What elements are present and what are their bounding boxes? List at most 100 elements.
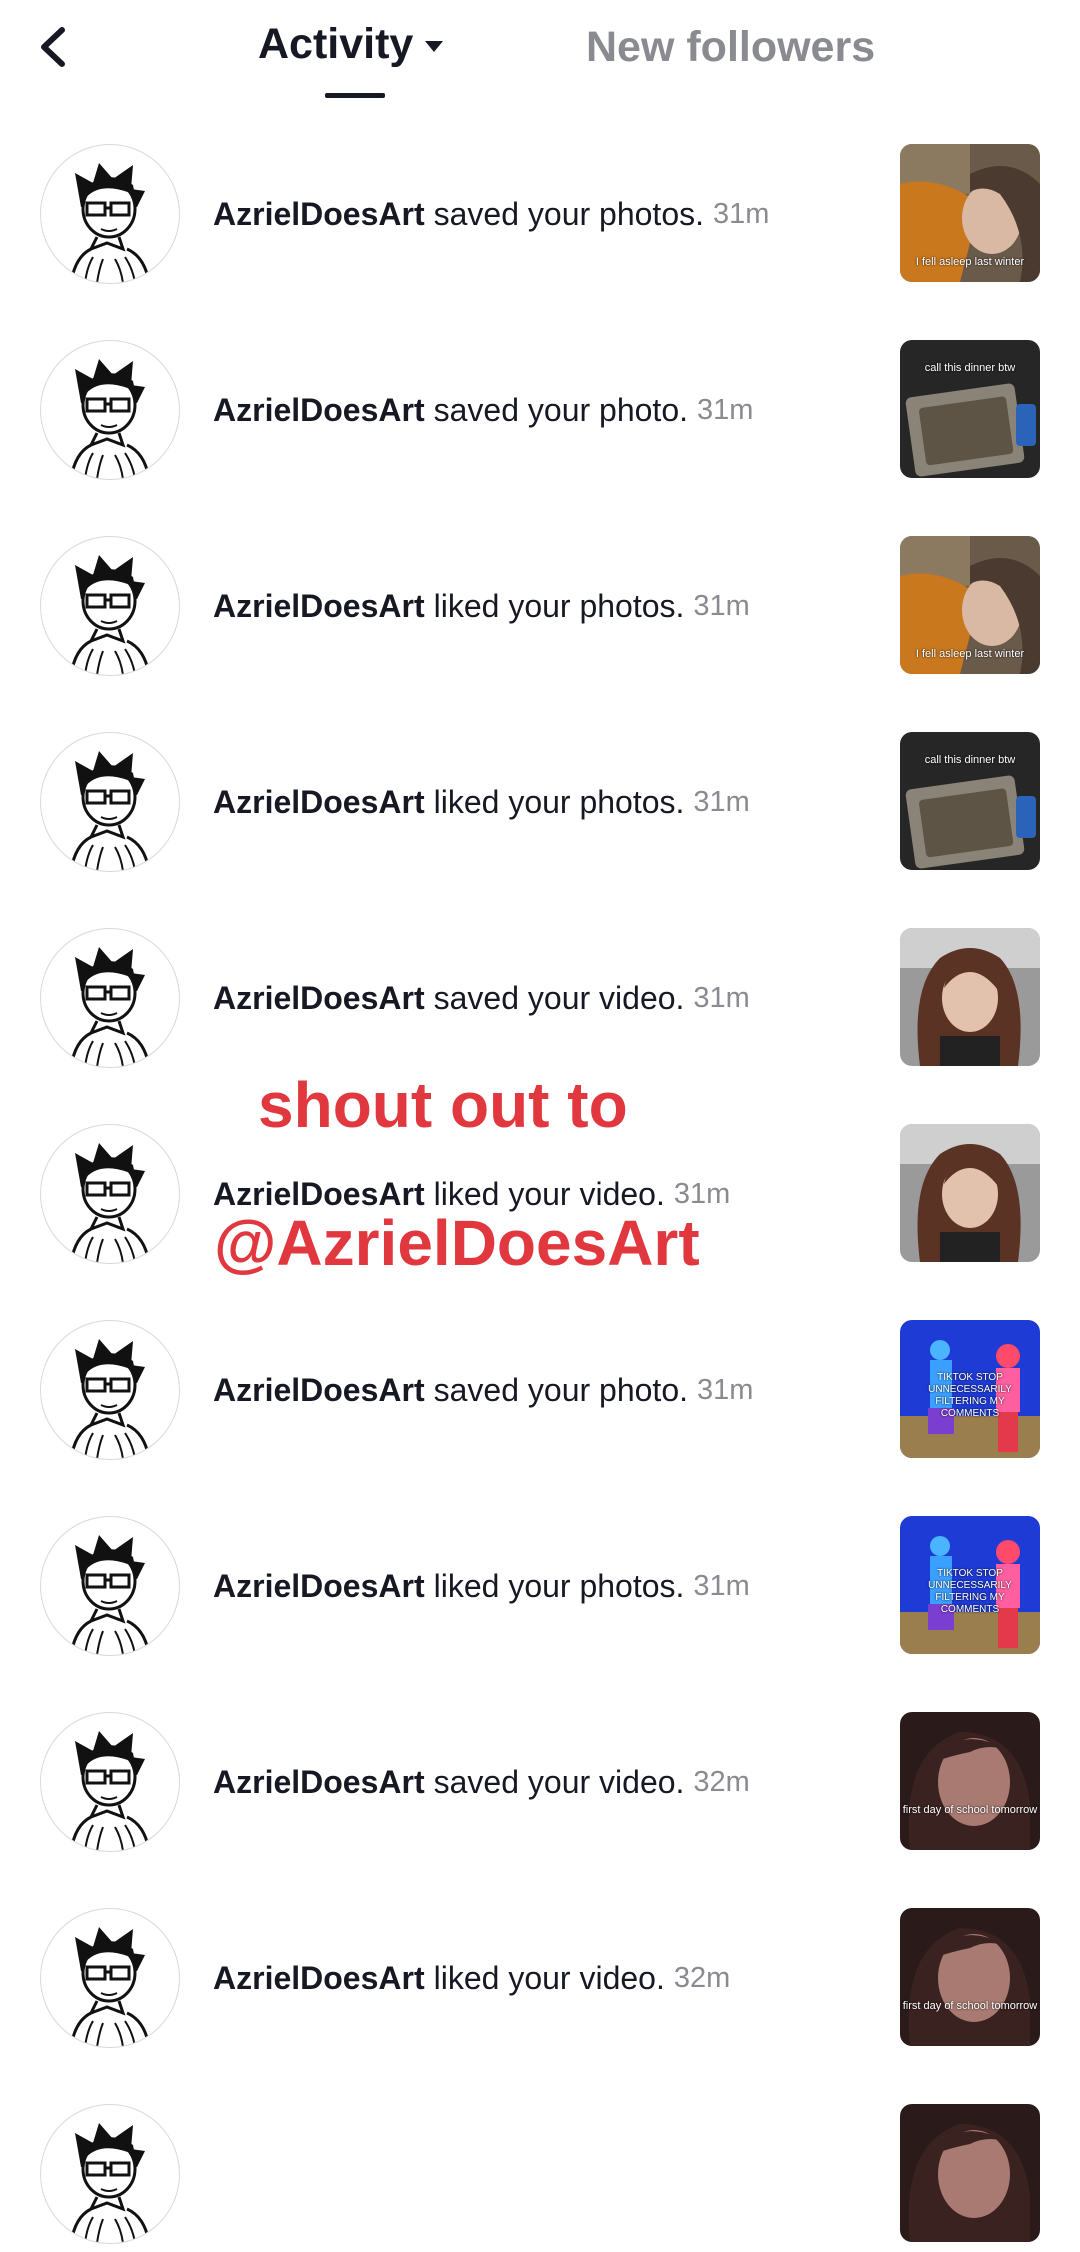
username[interactable]: AzrielDoesArt [213,196,425,233]
username[interactable]: AzrielDoesArt [213,1372,425,1409]
thumbnail-image [900,1908,1040,2046]
caret-down-icon [425,40,444,52]
activity-row[interactable]: AzrielDoesArt liked your photos. 31m call t… [0,684,1080,880]
thumbnail-caption: TIKTOK STOP UNNECESSARILY FILTERING MY C… [928,1568,1012,1615]
activity-action: liked your photos. [433,587,685,624]
activity-action: saved your video. [433,979,685,1016]
overlay-caption-line2: @AzrielDoesArt [214,1207,700,1279]
activity-action: saved your photos. [433,195,704,232]
activity-action: saved your photo. [433,1371,688,1408]
post-thumbnail[interactable]: TIKTOK STOP UNNECESSARILY FILTERING MY C… [900,1516,1040,1654]
avatar[interactable] [40,2104,180,2244]
thumbnail-image [900,2104,1040,2242]
avatar[interactable] [40,144,180,284]
activity-text: AzrielDoesArt liked your video. 32m [213,1958,730,1998]
activity-text: AzrielDoesArt saved your photos. 31m [213,194,769,234]
avatar[interactable] [40,1908,180,2048]
avatar-drawing [69,359,151,479]
activity-row[interactable]: AzrielDoesArt liked your video. 32m first d… [0,1860,1080,2056]
avatar[interactable] [40,1124,180,1264]
post-thumbnail[interactable] [900,928,1040,1066]
username[interactable]: AzrielDoesArt [213,1960,425,1997]
post-thumbnail[interactable]: call this dinner btw [900,732,1040,870]
tab-activity[interactable]: Activity [258,8,444,80]
avatar-drawing [69,163,151,283]
username[interactable]: AzrielDoesArt [213,1764,425,1801]
post-thumbnail[interactable]: call this dinner btw [900,340,1040,478]
username[interactable]: AzrielDoesArt [213,588,425,625]
activity-text: AzrielDoesArt saved your video. 31m [213,978,750,1018]
post-thumbnail[interactable]: first day of school tomorrow [900,1712,1040,1850]
thumbnail-caption: I fell asleep last winter [915,648,1025,660]
activity-action: saved your video. [433,1763,685,1800]
timestamp: 31m [697,1373,754,1406]
thumbnail-caption: first day of school tomorrow [902,1804,1038,1816]
post-thumbnail[interactable]: I fell asleep last winter [900,144,1040,282]
timestamp: 32m [673,1961,731,1994]
avatar[interactable] [40,1320,180,1460]
timestamp: 31m [693,981,750,1014]
timestamp: 31m [697,393,754,426]
activity-row[interactable]: AzrielDoesArt saved your photos. 31m I fell… [0,96,1080,292]
activity-text: AzrielDoesArt saved your photo. 31m [213,1370,753,1410]
avatar[interactable] [40,928,180,1068]
activity-text: AzrielDoesArt liked your photos. 31m [213,1566,750,1606]
avatar-drawing [69,1927,151,2047]
avatar-drawing [69,1731,151,1851]
chevron-left-icon [41,27,65,67]
back-button[interactable] [28,12,88,76]
post-thumbnail[interactable] [900,1124,1040,1262]
thumbnail-caption: I fell asleep last winter [915,256,1025,268]
header-bar: Activity New followers [0,0,1080,110]
thumbnail-caption: call this dinner btw [924,754,1016,766]
avatar[interactable] [40,1712,180,1852]
timestamp: 31m [693,785,750,818]
tab-new-followers-label: New followers [586,22,876,71]
username[interactable]: AzrielDoesArt [213,980,425,1017]
username[interactable]: AzrielDoesArt [213,392,425,429]
avatar-drawing [69,751,151,871]
avatar-drawing [69,2123,151,2243]
activity-text: AzrielDoesArt liked your photos. 31m [213,782,750,822]
avatar-drawing [69,1143,151,1263]
post-thumbnail[interactable]: first day of school tomorrow [900,1908,1040,2046]
thumbnail-caption: TIKTOK STOP UNNECESSARILY FILTERING MY C… [928,1372,1012,1419]
thumbnail-caption: first day of school tomorrow [902,2000,1038,2012]
post-thumbnail[interactable]: TIKTOK STOP UNNECESSARILY FILTERING MY C… [900,1320,1040,1458]
activity-action: saved your photo. [433,391,688,428]
activity-row[interactable]: AzrielDoesArt liked your photos. 31m TIKTOK… [0,1468,1080,1664]
overlay-caption-line1: shout out to [258,1069,628,1141]
avatar[interactable] [40,536,180,676]
activity-row[interactable]: AzrielDoesArt saved your video. 31m [0,880,1080,1076]
thumbnail-image [900,1712,1040,1850]
activity-action: liked your photos. [433,783,685,820]
avatar[interactable] [40,340,180,480]
activity-row[interactable]: AzrielDoesArt saved your photo. 31m call th… [0,292,1080,488]
avatar-drawing [69,947,151,1067]
timestamp: 31m [713,197,770,230]
activity-text: AzrielDoesArt saved your video. 32m [213,1762,750,1802]
activity-row[interactable]: AzrielDoesArt liked your photos. 31m I fell… [0,488,1080,684]
avatar-drawing [69,1339,151,1459]
thumbnail-image [900,1124,1040,1262]
activity-row[interactable]: AzrielDoesArt saved your photo. 31m TIKTOK … [0,1272,1080,1468]
tab-new-followers[interactable]: New followers [586,12,875,82]
avatar-drawing [69,1535,151,1655]
post-thumbnail[interactable] [900,2104,1040,2242]
avatar[interactable] [40,732,180,872]
activity-action: liked your photos. [433,1567,685,1604]
timestamp: 32m [693,1765,750,1798]
username[interactable]: AzrielDoesArt [213,784,425,821]
tab-activity-label: Activity [258,19,414,68]
username[interactable]: AzrielDoesArt [213,1568,425,1605]
activity-row[interactable] [0,2056,1080,2252]
avatar[interactable] [40,1516,180,1656]
post-thumbnail[interactable]: I fell asleep last winter [900,536,1040,674]
timestamp: 31m [693,1569,750,1602]
thumbnail-image [900,732,1040,870]
activity-text: AzrielDoesArt saved your photo. 31m [213,390,753,430]
activity-action: liked your video. [433,1959,665,1996]
timestamp: 31m [693,589,750,622]
activity-row[interactable]: AzrielDoesArt saved your video. 32m first d… [0,1664,1080,1860]
activity-text: AzrielDoesArt liked your photos. 31m [213,586,750,626]
